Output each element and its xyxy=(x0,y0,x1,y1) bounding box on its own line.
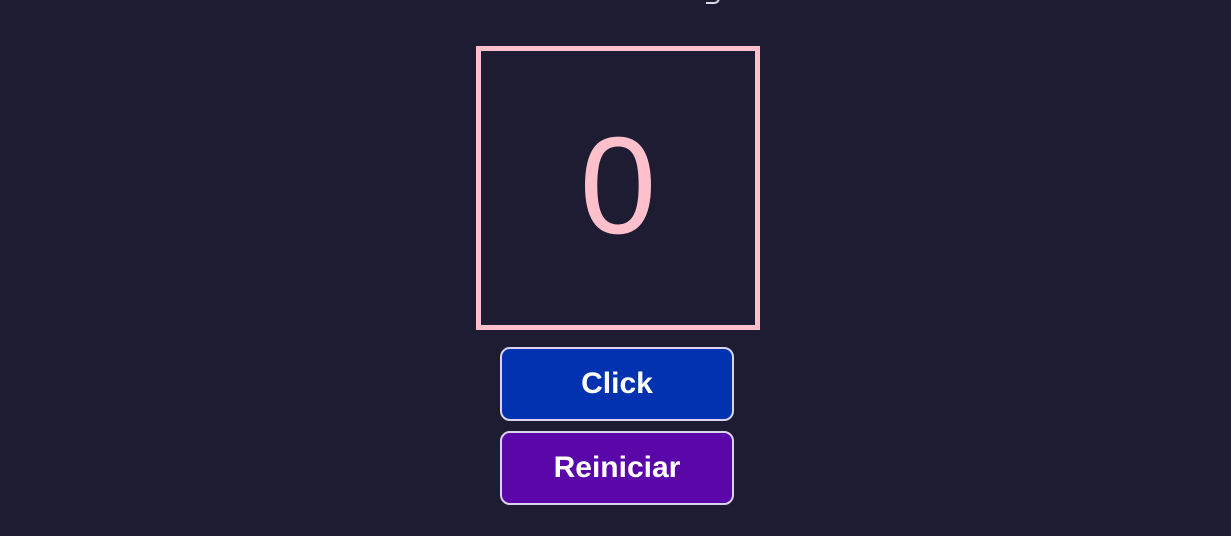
click-button[interactable]: Click xyxy=(500,347,734,421)
counter-value: 0 xyxy=(579,109,657,263)
counter-display: 0 xyxy=(476,46,760,330)
partial-glyph xyxy=(706,0,720,4)
counter-app: 0 Click Reiniciar xyxy=(0,0,1231,536)
reset-button[interactable]: Reiniciar xyxy=(500,431,734,505)
